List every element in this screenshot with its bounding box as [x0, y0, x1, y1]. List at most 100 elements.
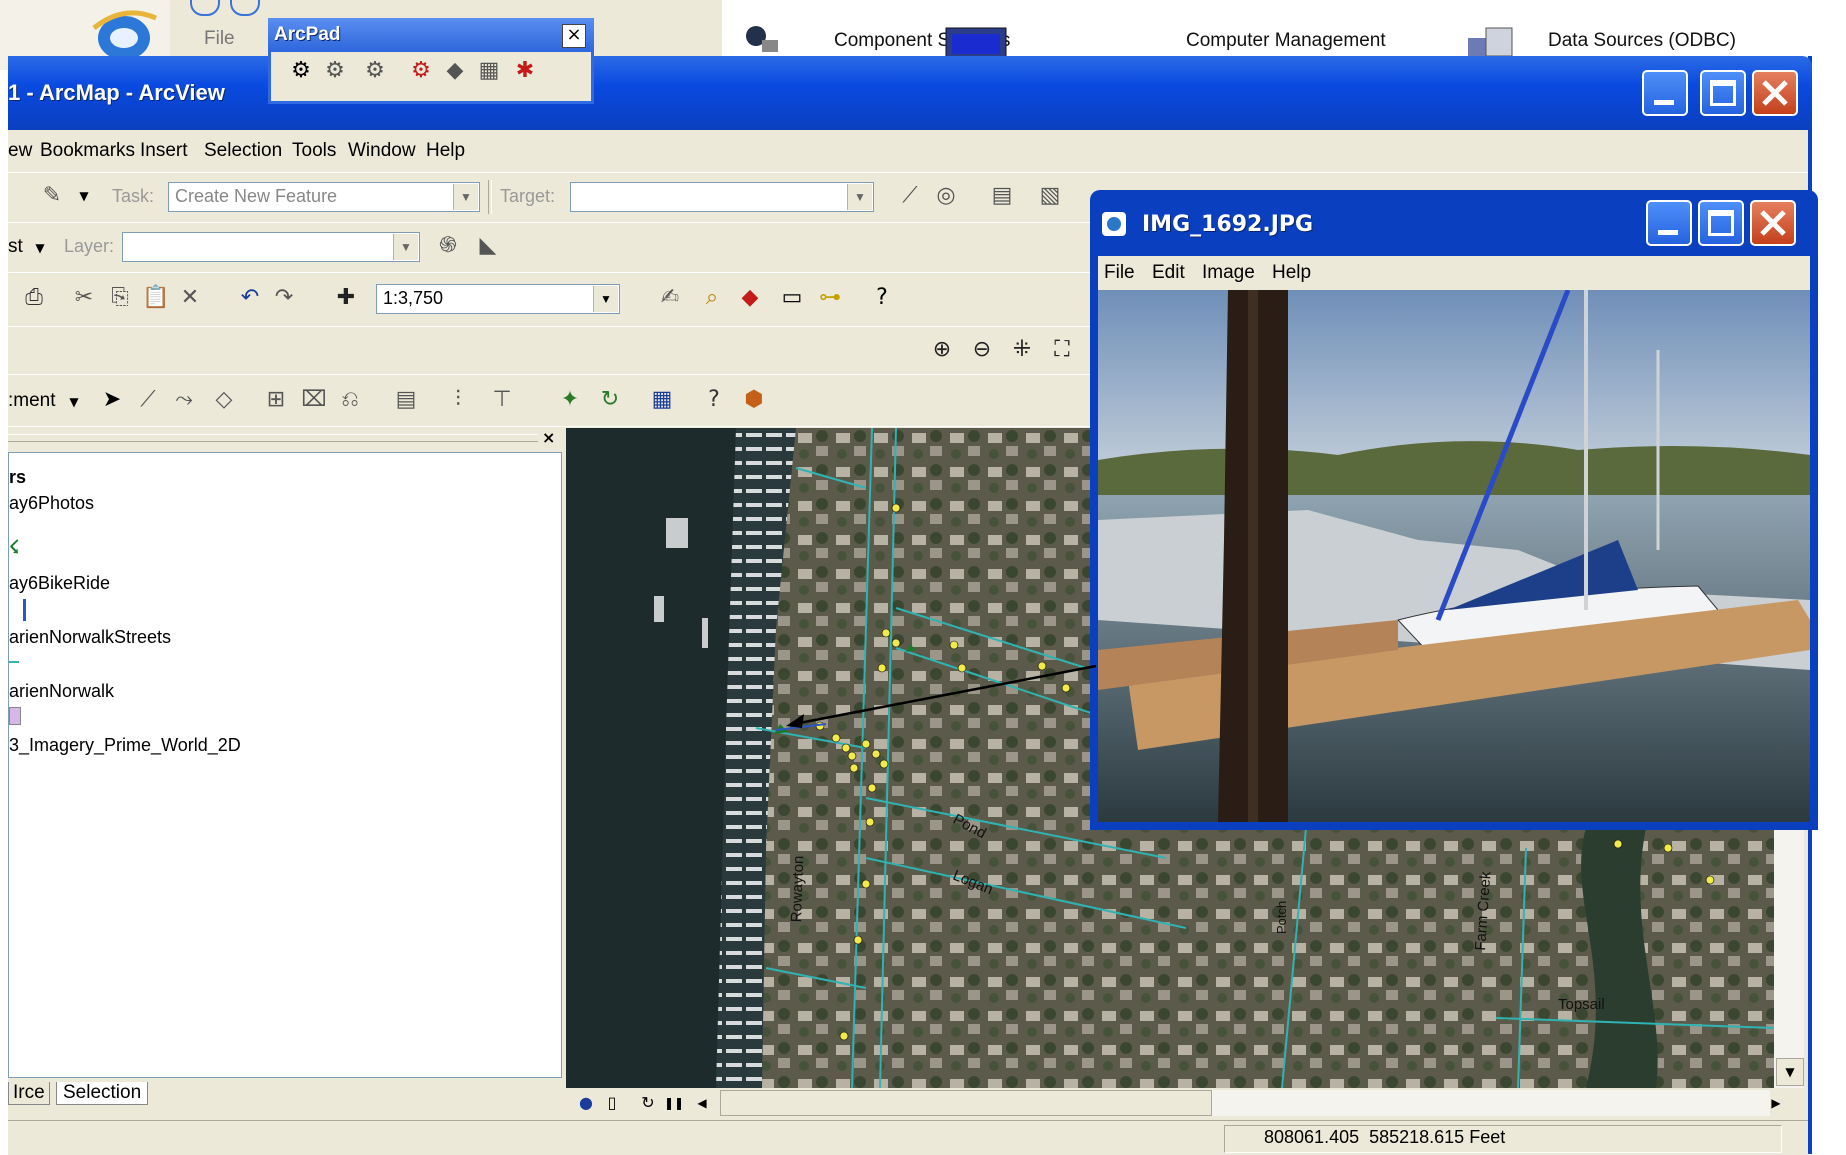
- arcpad-raster-icon[interactable]: ▦: [475, 57, 503, 85]
- maximize-button[interactable]: [1700, 70, 1746, 116]
- identify-icon[interactable]: ?: [700, 386, 728, 414]
- trace-icon[interactable]: ◎: [932, 182, 960, 210]
- tab-source[interactable]: Irce: [8, 1082, 50, 1105]
- map-scale-input[interactable]: 1:3,750 ▼: [376, 284, 620, 314]
- rotate-icon[interactable]: ◇: [210, 386, 238, 414]
- arcpad-tool-icon[interactable]: ✱: [511, 57, 539, 85]
- table-icon[interactable]: ▤: [392, 386, 420, 414]
- modelbuilder-icon[interactable]: ⊶: [816, 284, 844, 312]
- menu-window[interactable]: Window: [348, 140, 416, 162]
- map-horizontal-scrollbar[interactable]: [720, 1090, 1770, 1116]
- reshape-icon[interactable]: ⤳: [170, 386, 198, 414]
- hyperlink-icon[interactable]: ⬢: [740, 386, 768, 414]
- toc-layer-streets[interactable]: arienNorwalkStreets: [9, 627, 171, 648]
- arctoolbox-icon[interactable]: ◆: [736, 284, 764, 312]
- fingerprint-icon[interactable]: ֍: [434, 232, 462, 260]
- zoom-in-icon[interactable]: ⊕: [928, 336, 956, 364]
- toc-grip[interactable]: [8, 434, 538, 442]
- data-view-icon[interactable]: ●: [572, 1089, 600, 1117]
- viewer-maximize-button[interactable]: [1698, 200, 1744, 246]
- add-data-icon[interactable]: ✚: [332, 284, 360, 312]
- paste-icon[interactable]: 📋: [142, 284, 170, 312]
- select-arrow-icon[interactable]: ➤: [98, 386, 126, 414]
- tab-selection[interactable]: Selection: [56, 1082, 149, 1105]
- zoom-out-icon[interactable]: ⊖: [968, 336, 996, 364]
- delete-icon[interactable]: ✕: [176, 284, 204, 312]
- grid-icon[interactable]: ⊞: [262, 386, 290, 414]
- viewer-menu-file[interactable]: File: [1104, 262, 1135, 284]
- layout-view-icon[interactable]: ▯: [598, 1089, 626, 1117]
- arcpad-get-data-icon[interactable]: ⚙: [287, 57, 315, 85]
- viewer-menu-image[interactable]: Image: [1202, 262, 1255, 284]
- pause-draw-icon[interactable]: ❚❚: [660, 1089, 688, 1117]
- arcpad-check-in-icon[interactable]: ⚙: [321, 57, 349, 85]
- flip-icon[interactable]: ⫶: [444, 386, 472, 414]
- arcpad-get-background-icon[interactable]: ⚙: [407, 57, 435, 85]
- computer-management-icon[interactable]: [944, 22, 1008, 59]
- attributes-icon[interactable]: ▤: [988, 182, 1016, 210]
- menu-bookmarks[interactable]: Bookmarks: [40, 140, 135, 162]
- arcpad-close-button[interactable]: ×: [562, 24, 586, 48]
- layer-dropdown-fragment[interactable]: st: [8, 236, 23, 258]
- editor-toolbar-icon[interactable]: ✍: [656, 284, 684, 312]
- chevron-down-icon[interactable]: ▼: [60, 388, 88, 416]
- fixed-zoom-in-icon[interactable]: ⁜: [1008, 336, 1036, 364]
- split-icon[interactable]: ⌧: [300, 386, 328, 414]
- menu-selection[interactable]: Selection: [204, 140, 282, 162]
- admin-item-computer-management[interactable]: Computer Management: [1186, 30, 1386, 52]
- redo-icon[interactable]: ↷: [270, 284, 298, 312]
- scroll-right-icon[interactable]: ▶: [1762, 1089, 1790, 1117]
- add-xy-icon[interactable]: ✦: [556, 386, 584, 414]
- arcpad-shape-icon[interactable]: ◆: [441, 57, 469, 85]
- toc-layer-norwalk[interactable]: arienNorwalk: [9, 681, 114, 702]
- scroll-thumb[interactable]: [720, 1090, 1212, 1116]
- menu-view[interactable]: ew: [8, 140, 32, 162]
- merge-icon[interactable]: ⎌: [336, 386, 364, 414]
- forward-icon[interactable]: [230, 0, 260, 16]
- link-table-icon[interactable]: ⊤: [488, 386, 516, 414]
- copy-icon[interactable]: ⎘: [106, 284, 134, 312]
- layer-select[interactable]: ▼: [122, 232, 420, 262]
- explorer-menu-file[interactable]: File: [204, 28, 235, 50]
- toc-layer-imagery[interactable]: 3_Imagery_Prime_World_2D: [9, 735, 241, 756]
- arcpad-check-out-icon[interactable]: ⚙: [361, 57, 389, 85]
- toolbar-dropdown-fragment[interactable]: :ment: [8, 390, 56, 412]
- sketch-tool-icon[interactable]: ✎: [38, 182, 66, 210]
- scroll-down-icon[interactable]: ▼: [1776, 1058, 1804, 1086]
- arcpad-titlebar[interactable]: ArcPad ×: [268, 18, 594, 52]
- vertex-icon[interactable]: ⟋: [134, 386, 162, 414]
- admin-item-data-sources[interactable]: Data Sources (ODBC): [1548, 30, 1736, 52]
- target-select[interactable]: ▼: [570, 182, 874, 212]
- chevron-down-icon[interactable]: ▼: [453, 184, 478, 210]
- toc-titlebar[interactable]: ×: [8, 428, 560, 450]
- ie-icon[interactable]: [88, 4, 160, 64]
- print-icon[interactable]: ⎙: [20, 284, 48, 312]
- sketch-dropdown-icon[interactable]: ▼: [70, 182, 98, 210]
- command-line-icon[interactable]: ▭: [778, 284, 806, 312]
- chevron-down-icon[interactable]: ▼: [847, 184, 872, 210]
- viewer-minimize-button[interactable]: [1646, 200, 1692, 246]
- fixed-zoom-out-icon[interactable]: ⛶: [1048, 336, 1076, 364]
- cut-icon[interactable]: ✂: [70, 284, 98, 312]
- scroll-left-icon[interactable]: ◀: [688, 1089, 716, 1117]
- attribute-table-icon[interactable]: ▦: [648, 386, 676, 414]
- toc-layer-photos[interactable]: ay6Photos: [9, 493, 94, 514]
- chevron-down-icon[interactable]: ▼: [393, 234, 418, 260]
- viewer-menu-edit[interactable]: Edit: [1152, 262, 1185, 284]
- close-button[interactable]: [1752, 70, 1798, 116]
- toc-close-icon[interactable]: ×: [542, 428, 555, 447]
- sketch-props-icon[interactable]: ▧: [1036, 182, 1064, 210]
- chevron-down-icon[interactable]: ▼: [593, 286, 618, 312]
- menu-help[interactable]: Help: [426, 140, 465, 162]
- menu-tools[interactable]: Tools: [292, 140, 336, 162]
- menu-insert[interactable]: Insert: [140, 140, 188, 162]
- refresh-view-icon[interactable]: ↻: [634, 1089, 662, 1117]
- task-select[interactable]: Create New Feature ▼: [168, 182, 480, 212]
- refresh-icon[interactable]: ↻: [596, 386, 624, 414]
- viewer-menu-help[interactable]: Help: [1272, 262, 1311, 284]
- component-services-icon[interactable]: [740, 22, 782, 58]
- layer-tool-icon[interactable]: ◣: [474, 232, 502, 260]
- undo-icon[interactable]: ↶: [236, 284, 264, 312]
- edit-tool-icon[interactable]: ⟋: [896, 182, 924, 210]
- arctoolbox-search-icon[interactable]: ⌕: [698, 284, 726, 312]
